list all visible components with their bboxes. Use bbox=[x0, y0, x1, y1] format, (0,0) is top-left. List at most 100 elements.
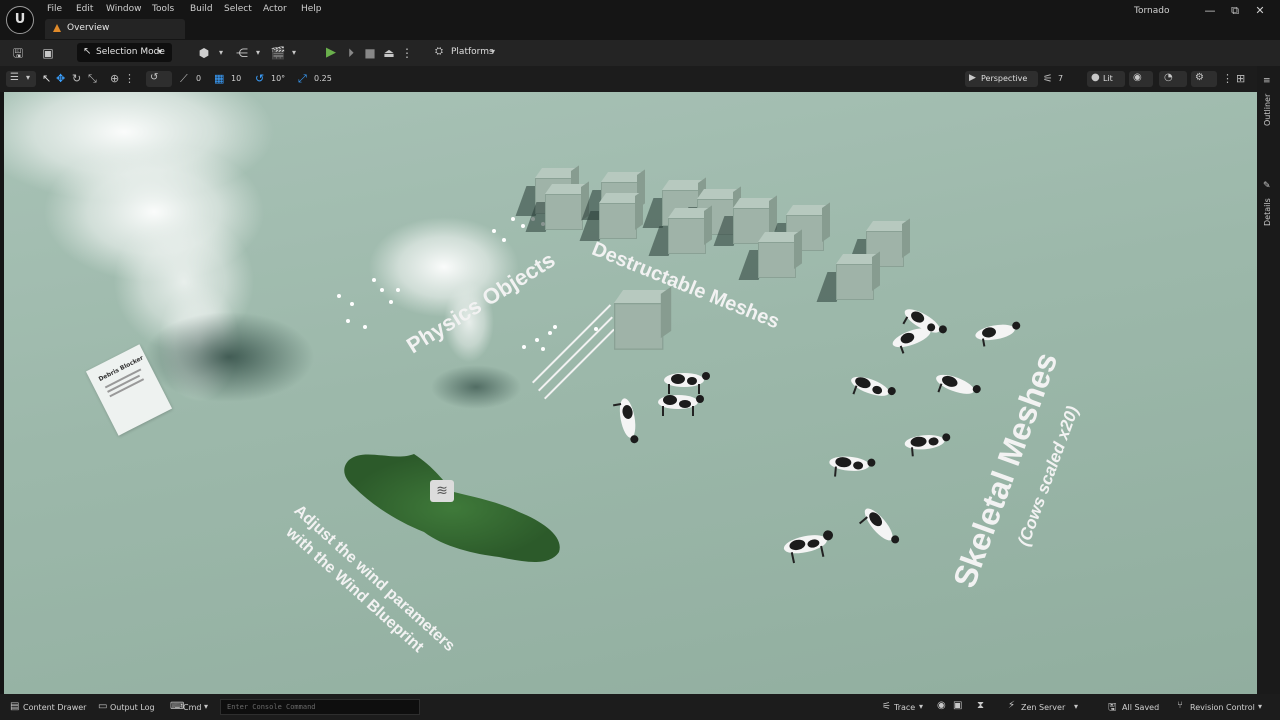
save-all-icon[interactable]: 🖫 bbox=[1108, 700, 1117, 717]
close-button[interactable]: ✕ bbox=[1252, 3, 1268, 19]
content-drawer-icon[interactable]: ▤ bbox=[10, 701, 19, 712]
console-input[interactable]: Enter Console Command bbox=[220, 699, 420, 715]
chevron-down-icon[interactable]: ▾ bbox=[286, 45, 302, 61]
scale-snap-value[interactable]: 0.25 bbox=[314, 74, 332, 83]
translate-tool-icon[interactable]: ✥ bbox=[56, 72, 65, 85]
perspective-dropdown[interactable]: ▶ Perspective bbox=[965, 71, 1038, 87]
blueprint-icon[interactable]: ⋲ bbox=[234, 45, 250, 61]
menu-edit[interactable]: Edit bbox=[76, 4, 93, 14]
grid-snap-icon[interactable]: ▦ bbox=[214, 72, 224, 85]
main-toolbar: 🖫 ▣ ↖ Selection Mode ▾ ⬢ ▾ ⋲ ▾ 🎬 ▾ ▶ ⏵ ■… bbox=[0, 40, 1280, 66]
camera-speed-icon[interactable]: ⚟ bbox=[1043, 72, 1053, 85]
select-tool-icon[interactable]: ↖ bbox=[42, 72, 51, 85]
rotate-tool-icon[interactable]: ↻ bbox=[72, 72, 81, 85]
chevron-down-icon[interactable]: ▾ bbox=[1074, 702, 1078, 711]
rotation-snap-icon[interactable]: ⟋ bbox=[180, 72, 188, 86]
cow-mesh[interactable] bbox=[890, 322, 940, 356]
cow-mesh[interactable] bbox=[855, 505, 901, 554]
level-viewport[interactable]: ≋ Debris Blocker Physics Objects Destruc… bbox=[4, 92, 1257, 694]
chevron-down-icon: ▾ bbox=[491, 47, 496, 56]
chevron-down-icon[interactable]: ▾ bbox=[250, 45, 266, 61]
cow-mesh[interactable] bbox=[847, 373, 897, 408]
chevron-down-icon[interactable]: ▾ bbox=[1258, 702, 1262, 711]
details-tab[interactable]: Details bbox=[1263, 198, 1272, 226]
eject-icon[interactable]: ⏏ bbox=[381, 45, 397, 61]
cow-mesh[interactable] bbox=[612, 397, 639, 446]
unreal-logo-icon[interactable]: U bbox=[6, 6, 34, 34]
more-options-icon[interactable]: ⋮ bbox=[399, 45, 415, 61]
lit-label: Lit bbox=[1103, 74, 1113, 83]
chevron-down-icon: ▾ bbox=[158, 47, 163, 56]
cow-mesh[interactable] bbox=[658, 395, 704, 416]
hourglass-icon[interactable]: ⧗ bbox=[977, 700, 984, 711]
menu-help[interactable]: Help bbox=[301, 4, 322, 14]
save-icon[interactable]: 🖫 bbox=[10, 45, 26, 61]
rotation-snap-value[interactable]: 0 bbox=[196, 74, 201, 83]
all-saved-status[interactable]: All Saved bbox=[1122, 703, 1159, 712]
layout-icon[interactable]: ⊞ bbox=[1236, 72, 1245, 85]
menu-file[interactable]: File bbox=[47, 4, 62, 14]
revision-control-icon[interactable]: ⑂ bbox=[1177, 700, 1183, 711]
surface-snap-button[interactable]: ↺ bbox=[146, 71, 172, 87]
more-options-icon[interactable]: ⋮ bbox=[1222, 72, 1233, 85]
viewport-options-button[interactable]: ☰ ▾ bbox=[6, 71, 36, 87]
angle-snap-value[interactable]: 10° bbox=[271, 74, 285, 83]
screenshot-icon[interactable]: ▣ bbox=[953, 700, 962, 711]
zen-server-button[interactable]: Zen Server bbox=[1021, 703, 1065, 712]
menu-build[interactable]: Build bbox=[190, 4, 213, 14]
trace-icon[interactable]: ⚟ bbox=[882, 701, 891, 712]
content-browser-icon[interactable]: ▣ bbox=[40, 45, 56, 61]
selection-mode-label: Selection Mode bbox=[96, 47, 165, 57]
stop-icon[interactable]: ■ bbox=[362, 45, 378, 61]
cow-mesh[interactable] bbox=[974, 321, 1023, 348]
chevron-down-icon[interactable]: ▾ bbox=[204, 702, 208, 711]
performance-button[interactable]: ◔ bbox=[1159, 71, 1187, 87]
cow-mesh[interactable] bbox=[904, 433, 952, 457]
platforms-label: Platforms bbox=[451, 47, 494, 57]
content-drawer-button[interactable]: Content Drawer bbox=[23, 703, 86, 712]
cmd-dropdown[interactable]: Cmd bbox=[183, 703, 201, 712]
play-icon[interactable]: ▶ bbox=[323, 45, 339, 61]
outliner-tab[interactable]: Outliner bbox=[1263, 94, 1272, 126]
tab-overview[interactable]: Overview bbox=[45, 19, 185, 39]
cow-mesh[interactable] bbox=[782, 529, 837, 564]
selection-mode-dropdown[interactable]: ↖ Selection Mode ▾ bbox=[77, 43, 172, 62]
cow-mesh[interactable] bbox=[932, 371, 982, 406]
world-space-icon[interactable]: ⊕ bbox=[110, 72, 119, 85]
add-actor-icon[interactable]: ⬢ bbox=[196, 45, 212, 61]
chevron-down-icon[interactable]: ▾ bbox=[919, 702, 923, 711]
zen-server-icon[interactable]: ⚡ bbox=[1008, 700, 1015, 711]
record-icon[interactable]: ◉ bbox=[937, 700, 946, 711]
chevron-down-icon[interactable]: ▾ bbox=[213, 45, 229, 61]
side-tab-bar: ≡ Outliner ✎ Details bbox=[1257, 66, 1280, 694]
viewport-settings-button[interactable]: ⚙ bbox=[1191, 71, 1217, 87]
more-options-icon[interactable]: ⋮ bbox=[124, 72, 135, 85]
lit-dropdown[interactable]: ● Lit bbox=[1087, 71, 1125, 87]
menu-actor[interactable]: Actor bbox=[263, 4, 287, 14]
camera-speed-value[interactable]: 7 bbox=[1058, 74, 1063, 83]
platforms-dropdown[interactable]: ⛭ Platforms ▾ bbox=[433, 44, 503, 62]
cow-mesh[interactable] bbox=[828, 455, 876, 480]
grid-snap-value[interactable]: 10 bbox=[231, 74, 241, 83]
minimize-button[interactable]: — bbox=[1202, 3, 1218, 19]
output-log-icon[interactable]: ▭ bbox=[98, 701, 107, 712]
skip-icon[interactable]: ⏵ bbox=[343, 45, 359, 61]
level-warning-icon bbox=[53, 24, 61, 32]
output-log-button[interactable]: Output Log bbox=[110, 703, 155, 712]
angle-snap-icon[interactable]: ↺ bbox=[255, 72, 264, 85]
cinematics-icon[interactable]: 🎬 bbox=[270, 45, 286, 61]
menu-tools[interactable]: Tools bbox=[152, 4, 174, 14]
maximize-button[interactable]: ⧉ bbox=[1227, 3, 1243, 19]
revision-control-button[interactable]: Revision Control bbox=[1190, 703, 1255, 712]
show-flags-button[interactable]: ◉ bbox=[1129, 71, 1153, 87]
outliner-icon[interactable]: ≡ bbox=[1263, 76, 1271, 86]
scale-tool-icon[interactable]: ⤡ bbox=[88, 72, 97, 86]
scale-snap-icon[interactable]: ⤢ bbox=[298, 72, 307, 86]
menu-window[interactable]: Window bbox=[106, 4, 142, 14]
trace-dropdown[interactable]: Trace bbox=[894, 703, 915, 712]
menu-select[interactable]: Select bbox=[224, 4, 252, 14]
perspective-label: Perspective bbox=[981, 74, 1028, 83]
details-icon[interactable]: ✎ bbox=[1263, 181, 1271, 191]
project-title: Tornado bbox=[1134, 6, 1170, 16]
cow-mesh[interactable] bbox=[664, 372, 710, 394]
